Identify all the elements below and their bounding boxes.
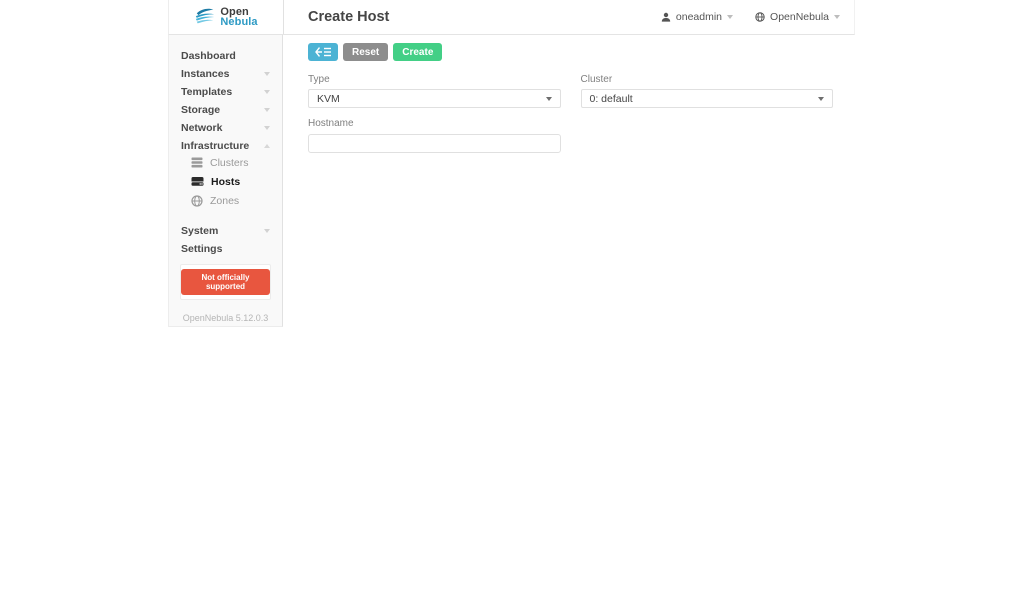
zone-menu-label: OpenNebula xyxy=(770,11,829,23)
zone-menu[interactable]: OpenNebula xyxy=(755,11,840,23)
sidebar-subitem-label: Zones xyxy=(210,195,239,207)
sidebar-subitem-label: Clusters xyxy=(210,157,249,169)
globe-icon xyxy=(755,12,765,22)
cluster-select[interactable]: 0: default xyxy=(581,89,834,108)
sidebar-item-templates[interactable]: Templates xyxy=(169,83,282,101)
user-menu[interactable]: oneadmin xyxy=(661,11,733,23)
sidebar-item-storage[interactable]: Storage xyxy=(169,101,282,119)
sidebar-item-label: System xyxy=(181,225,218,237)
sidebar-item-label: Infrastructure xyxy=(181,140,249,152)
sidebar-item-label: Network xyxy=(181,122,222,134)
server-stack-icon xyxy=(191,157,203,168)
type-select[interactable]: KVM xyxy=(308,89,561,108)
top-bar: Open Nebula Create Host oneadmin xyxy=(168,0,855,35)
sidebar-item-label: Storage xyxy=(181,104,220,116)
sidebar-item-zones[interactable]: Zones xyxy=(169,191,282,210)
sidebar-item-label: Templates xyxy=(181,86,232,98)
cluster-label: Cluster xyxy=(581,74,834,85)
chevron-down-icon xyxy=(264,126,270,130)
form-grid: Type KVM Cluster 0: default Hostname xyxy=(308,74,833,153)
sidebar-item-dashboard[interactable]: Dashboard xyxy=(169,47,282,65)
user-icon xyxy=(661,12,671,22)
hard-drive-icon xyxy=(191,176,204,187)
brand-text: Open Nebula xyxy=(220,7,257,27)
chevron-down-icon xyxy=(264,90,270,94)
toolbar: Reset Create xyxy=(308,43,831,61)
chevron-down-icon xyxy=(264,72,270,76)
sidebar-item-label: Settings xyxy=(181,243,222,255)
sidebar-item-hosts[interactable]: Hosts xyxy=(169,172,282,191)
reset-button[interactable]: Reset xyxy=(343,43,388,61)
user-menu-label: oneadmin xyxy=(676,11,722,23)
sidebar-subitem-label: Hosts xyxy=(211,176,240,188)
header-right: oneadmin OpenNebula xyxy=(661,11,840,23)
opennebula-logo[interactable]: Open Nebula xyxy=(169,0,284,34)
cluster-field: Cluster 0: default xyxy=(581,74,834,108)
chevron-down-icon xyxy=(264,108,270,112)
brand-line2: Nebula xyxy=(220,17,257,27)
chevron-down-icon xyxy=(546,97,552,101)
sidebar-item-instances[interactable]: Instances xyxy=(169,65,282,83)
version-label: OpenNebula 5.12.0.3 xyxy=(169,313,282,323)
type-label: Type xyxy=(308,74,561,85)
sidebar-item-clusters[interactable]: Clusters xyxy=(169,153,282,172)
type-select-value: KVM xyxy=(317,93,340,105)
type-field: Type KVM xyxy=(308,74,561,108)
back-to-list-icon xyxy=(315,47,331,57)
chevron-down-icon xyxy=(818,97,824,101)
header-main: Create Host oneadmin OpenN xyxy=(284,0,854,34)
sidebar: Dashboard Instances Templates Storage Ne… xyxy=(168,35,283,327)
hostname-field: Hostname xyxy=(308,118,561,153)
hostname-label: Hostname xyxy=(308,118,561,129)
page-title: Create Host xyxy=(308,9,389,25)
chevron-down-icon xyxy=(834,15,840,19)
sidebar-item-label: Dashboard xyxy=(181,50,236,62)
chevron-down-icon xyxy=(264,229,270,233)
chevron-down-icon xyxy=(727,15,733,19)
chevron-up-icon xyxy=(264,144,270,148)
infrastructure-submenu: Clusters Hosts Zones xyxy=(169,153,282,214)
not-officially-supported-button[interactable]: Not officially supported xyxy=(181,269,270,295)
create-host-form: Reset Create Type KVM Cluster 0: default… xyxy=(284,35,855,161)
globe-icon xyxy=(191,195,203,207)
sidebar-item-label: Instances xyxy=(181,68,229,80)
sidebar-item-network[interactable]: Network xyxy=(169,119,282,137)
sidebar-item-system[interactable]: System xyxy=(169,222,282,240)
sidebar-item-settings[interactable]: Settings xyxy=(169,240,282,258)
back-to-list-button[interactable] xyxy=(308,43,338,61)
sunstone-app: Open Nebula Create Host oneadmin xyxy=(168,0,855,35)
cloud-logo-icon xyxy=(194,7,216,27)
support-card: Not officially supported xyxy=(180,264,271,300)
hostname-input[interactable] xyxy=(308,134,561,153)
create-button[interactable]: Create xyxy=(393,43,442,61)
cluster-select-value: 0: default xyxy=(590,93,633,105)
